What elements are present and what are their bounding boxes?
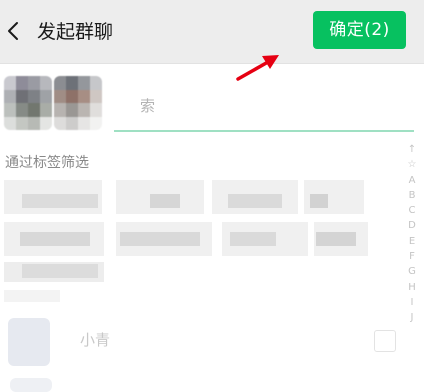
chevron-left-icon [8, 22, 18, 40]
selected-member-avatar[interactable] [4, 76, 52, 130]
index-letter[interactable]: A [409, 173, 416, 188]
tag-chip-text [230, 232, 276, 246]
index-letter[interactable]: G [408, 264, 416, 279]
section-label [4, 290, 60, 302]
page-title: 发起群聊 [37, 21, 114, 43]
tag-chip-text [20, 232, 90, 246]
tag-chip-text [120, 232, 200, 246]
index-letter[interactable]: J [411, 310, 414, 325]
select-checkbox[interactable] [374, 330, 396, 352]
tag-chip-text [228, 194, 282, 208]
back-button[interactable] [2, 14, 28, 48]
avatar [10, 378, 52, 392]
avatar [8, 318, 50, 366]
contact-name: 小青 [80, 331, 111, 349]
index-letter[interactable]: ☆ [408, 157, 417, 172]
tag-chip-text [22, 194, 98, 208]
tag-chip-text [310, 194, 328, 208]
index-letter[interactable]: E [409, 234, 415, 249]
index-letter[interactable]: H [408, 280, 416, 295]
tag-filter-link[interactable]: 通过标签筛选 [5, 152, 89, 174]
annotation-arrow-icon [236, 55, 279, 81]
confirm-button[interactable]: 确定(2) [313, 11, 406, 49]
index-letter[interactable]: I [411, 295, 414, 310]
selected-member-avatar[interactable] [54, 76, 102, 130]
nav-bar: 发起群聊 确定(2) [0, 0, 424, 64]
search-placeholder: 索 [140, 97, 156, 115]
contact-list-item[interactable]: 小青 [0, 316, 404, 370]
tag-chip-text [316, 232, 356, 246]
index-letter[interactable]: ↑ [408, 142, 416, 157]
tag-chip-text [150, 194, 180, 208]
index-letter[interactable]: B [409, 188, 416, 203]
search-input[interactable]: 索 [114, 84, 414, 132]
index-letter[interactable]: C [409, 203, 416, 218]
index-letter[interactable]: D [408, 218, 416, 233]
tag-chip-text [22, 264, 98, 278]
index-letter[interactable]: F [409, 249, 415, 264]
alphabet-index-bar[interactable]: ↑ ☆ A B C D E F G H I J [404, 142, 420, 326]
